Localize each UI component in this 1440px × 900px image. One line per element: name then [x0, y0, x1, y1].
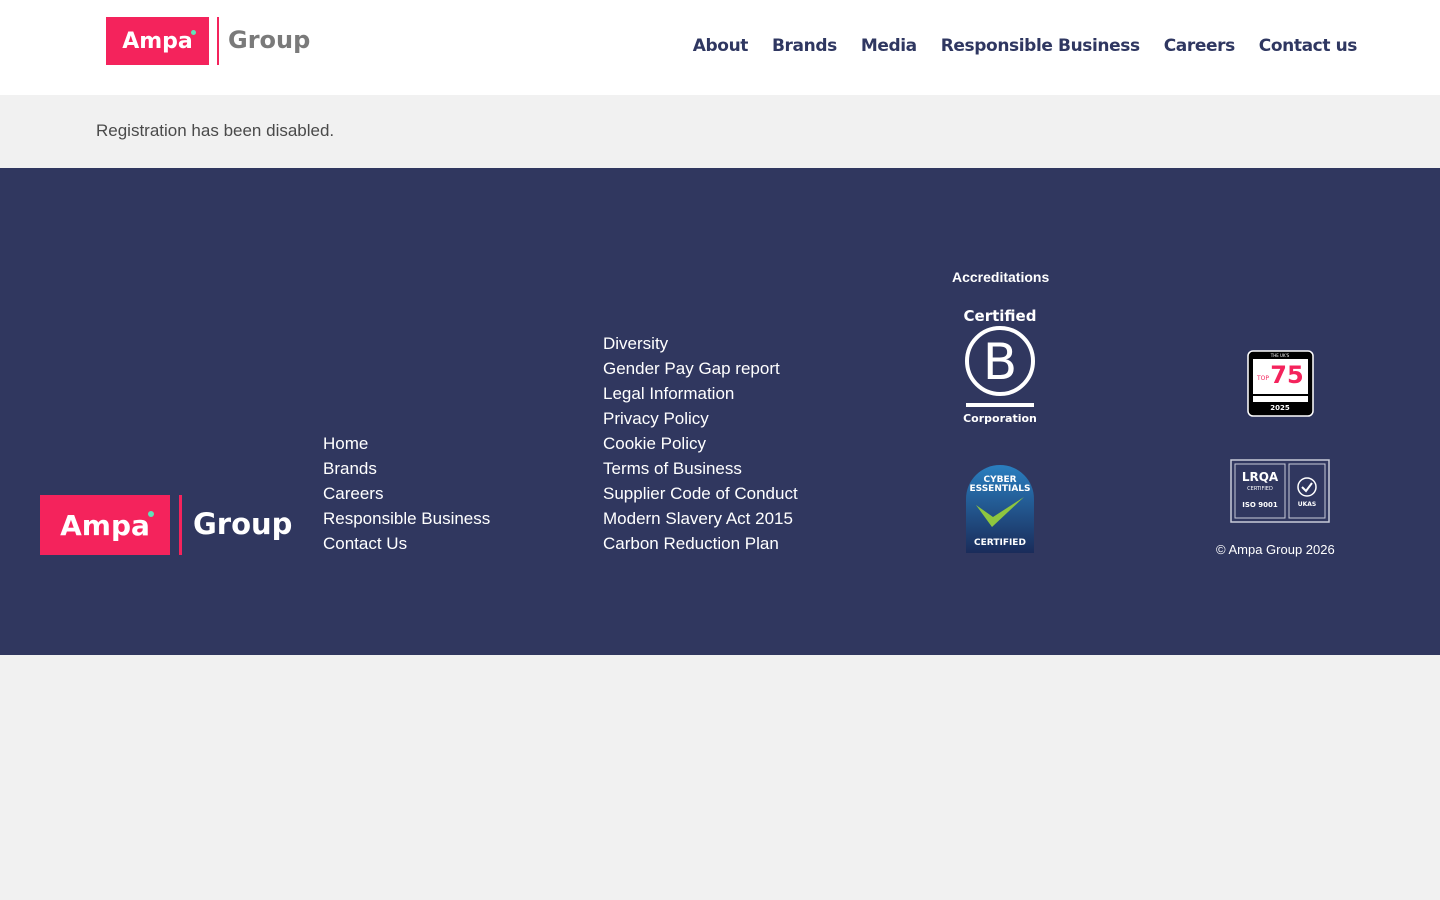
- cyber-bottom-text: CERTIFIED: [974, 538, 1026, 548]
- footer-link-supplier-code-anchor[interactable]: Supplier Code of Conduct: [603, 484, 798, 503]
- site-footer: Ampa Group Home Brands Careers Responsib…: [0, 168, 1440, 655]
- nav-brands[interactable]: Brands: [772, 36, 837, 56]
- nav-media[interactable]: Media: [861, 36, 917, 56]
- footer-link-diversity-anchor[interactable]: Diversity: [603, 334, 668, 353]
- footer-link-carbon-reduction-anchor[interactable]: Carbon Reduction Plan: [603, 534, 779, 553]
- nav-responsible-business[interactable]: Responsible Business: [941, 36, 1140, 56]
- nav-about[interactable]: About: [693, 36, 749, 56]
- footer-link-gender-pay-gap: Gender Pay Gap report: [603, 356, 798, 381]
- lrqa-brand: LRQA: [1242, 470, 1279, 484]
- accreditations-title: Accreditations: [952, 269, 1050, 285]
- footer-link-carbon-reduction: Carbon Reduction Plan: [603, 531, 798, 556]
- copyright: © Ampa Group 2026: [1216, 542, 1335, 557]
- footer-link-privacy-anchor[interactable]: Privacy Policy: [603, 409, 709, 428]
- footer-link-diversity: Diversity: [603, 331, 798, 356]
- top75-prefix: TOP: [1256, 375, 1269, 382]
- ukas-text: UKAS: [1298, 501, 1317, 508]
- footer-links-secondary: Diversity Gender Pay Gap report Legal In…: [603, 331, 798, 556]
- footer-link-terms: Terms of Business: [603, 456, 798, 481]
- footer-link-brands: Brands: [323, 456, 490, 481]
- bcorp-top-text: Certified: [964, 307, 1037, 325]
- ukas-tick-icon: [1301, 482, 1313, 493]
- lrqa-certified: CERTIFIED: [1247, 486, 1273, 492]
- footer-logo-mark: Ampa: [40, 495, 170, 555]
- footer-link-home-anchor[interactable]: Home: [323, 434, 368, 453]
- bcorp-letter: B: [983, 333, 1017, 391]
- cyber-essentials-badge-icon: CYBER ESSENTIALS CERTIFIED: [966, 465, 1034, 553]
- footer-link-home: Home: [323, 431, 490, 456]
- logo-dot: [191, 30, 196, 35]
- bcorp-badge-icon: Certified B Corporation: [963, 307, 1037, 425]
- footer-link-responsible-business: Responsible Business: [323, 506, 490, 531]
- logo-divider: [217, 17, 219, 65]
- top75-strip: [1253, 396, 1308, 402]
- top75-small-top: THE UK'S: [1270, 353, 1290, 358]
- top75-number: 75: [1270, 361, 1303, 389]
- bcorp-bottom-text: Corporation: [963, 412, 1037, 425]
- bcorp-underline: [966, 403, 1034, 407]
- logo-suffix: Group: [228, 26, 311, 54]
- site-header: Ampa Group About Brands Media Responsibl…: [0, 0, 1440, 95]
- footer-logo[interactable]: Ampa Group: [40, 495, 292, 555]
- footer-link-modern-slavery-anchor[interactable]: Modern Slavery Act 2015: [603, 509, 793, 528]
- footer-logo-dot: [148, 511, 154, 517]
- footer-links-primary: Home Brands Careers Responsible Business…: [323, 431, 490, 556]
- cyber-line2: ESSENTIALS: [969, 484, 1030, 494]
- footer-link-brands-anchor[interactable]: Brands: [323, 459, 377, 478]
- ukas-circle: [1297, 477, 1317, 497]
- top75-badge-icon: THE UK'S TOP 75 2025: [1247, 350, 1314, 417]
- nav-contact-us[interactable]: Contact us: [1259, 36, 1358, 56]
- logo-brand-text: Ampa: [122, 28, 193, 54]
- main-nav: About Brands Media Responsible Business …: [693, 36, 1358, 56]
- footer-logo-brand-text: Ampa: [60, 508, 150, 542]
- footer-link-legal: Legal Information: [603, 381, 798, 406]
- footer-link-contact-us: Contact Us: [323, 531, 490, 556]
- nav-careers[interactable]: Careers: [1164, 36, 1235, 56]
- footer-link-cookie: Cookie Policy: [603, 431, 798, 456]
- footer-link-cookie-anchor[interactable]: Cookie Policy: [603, 434, 706, 453]
- footer-logo-divider: [179, 495, 182, 555]
- footer-link-supplier-code: Supplier Code of Conduct: [603, 481, 798, 506]
- top75-year: 2025: [1270, 404, 1290, 412]
- footer-link-careers: Careers: [323, 481, 490, 506]
- logo-mark: Ampa: [106, 17, 209, 65]
- footer-link-legal-anchor[interactable]: Legal Information: [603, 384, 734, 403]
- footer-link-modern-slavery: Modern Slavery Act 2015: [603, 506, 798, 531]
- registration-message: Registration has been disabled.: [96, 121, 335, 140]
- footer-link-privacy: Privacy Policy: [603, 406, 798, 431]
- footer-link-terms-anchor[interactable]: Terms of Business: [603, 459, 742, 478]
- header-logo[interactable]: Ampa Group: [106, 17, 310, 65]
- footer-link-contact-us-anchor[interactable]: Contact Us: [323, 534, 407, 553]
- footer-logo-suffix: Group: [193, 507, 293, 541]
- lrqa-iso: ISO 9001: [1242, 501, 1278, 509]
- lrqa-iso-badge-icon: LRQA CERTIFIED ISO 9001 UKAS: [1230, 459, 1330, 523]
- footer-link-gender-pay-gap-anchor[interactable]: Gender Pay Gap report: [603, 359, 780, 378]
- footer-link-responsible-business-anchor[interactable]: Responsible Business: [323, 509, 490, 528]
- footer-link-careers-anchor[interactable]: Careers: [323, 484, 383, 503]
